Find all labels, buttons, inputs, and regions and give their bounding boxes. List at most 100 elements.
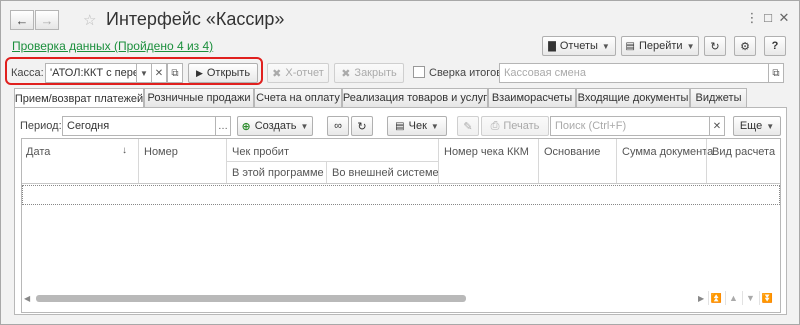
scroll-up-button[interactable]: ▲ bbox=[725, 291, 741, 305]
period-field[interactable]: Сегодня bbox=[62, 116, 216, 136]
last-page-icon: ⏬ bbox=[761, 292, 774, 303]
glasses-icon: ∞ bbox=[334, 120, 342, 132]
tab-settlements[interactable]: Взаиморасчеты bbox=[488, 88, 576, 108]
open-window-icon: ⧉ bbox=[171, 67, 179, 79]
column-divider bbox=[706, 139, 707, 183]
header-bottom bbox=[22, 183, 780, 184]
glasses-button[interactable]: ∞ bbox=[327, 116, 349, 136]
window-title: Интерфейс «Кассир» bbox=[106, 9, 285, 29]
scrollbar-thumb[interactable] bbox=[36, 295, 466, 302]
period-label: Период: bbox=[20, 120, 62, 132]
title-bar: ← → ☆ Интерфейс «Кассир» ⋮ □ ✕ bbox=[1, 1, 799, 37]
arrow-left-icon: ← bbox=[15, 12, 29, 28]
cashbox-clear-button[interactable]: ✕ bbox=[151, 63, 167, 83]
scroll-right-icon[interactable]: ▶ bbox=[698, 294, 704, 303]
refresh-button[interactable]: ↻ bbox=[704, 36, 726, 56]
documents-table[interactable]: Дата ↓ Номер Чек пробит В этой программе… bbox=[21, 138, 781, 313]
cashbox-field[interactable]: 'АТОЛ:ККТ с переда bbox=[45, 63, 137, 83]
scroll-top-button[interactable]: ⏫ bbox=[708, 291, 724, 305]
column-divider bbox=[616, 139, 617, 183]
next-page-icon: ▼ bbox=[746, 293, 755, 303]
print-button[interactable]: ⎙ Печать bbox=[481, 116, 549, 136]
receipt-icon: ▤ bbox=[395, 120, 405, 132]
column-header-in-external-system[interactable]: Во внешней системе bbox=[332, 167, 439, 179]
maximize-icon[interactable]: □ bbox=[761, 11, 775, 25]
tab-widgets[interactable]: Виджеты bbox=[690, 88, 747, 108]
plus-icon: ⊕ bbox=[241, 120, 251, 133]
back-button[interactable]: ← bbox=[10, 10, 34, 30]
search-input[interactable]: Поиск (Ctrl+F) bbox=[550, 116, 710, 136]
column-divider bbox=[326, 161, 327, 183]
forward-button[interactable]: → bbox=[35, 10, 59, 30]
create-button[interactable]: ⊕ Создать ▼ bbox=[237, 116, 313, 136]
chevron-down-icon: ▼ bbox=[300, 121, 309, 131]
column-header-calc-type[interactable]: Вид расчета bbox=[712, 146, 775, 158]
column-header-kkm-number[interactable]: Номер чека ККМ bbox=[444, 146, 529, 158]
more-vertical-icon[interactable]: ⋮ bbox=[745, 11, 759, 25]
first-page-icon: ⏫ bbox=[710, 292, 723, 303]
close-shift-button[interactable]: ✖ Закрыть bbox=[334, 63, 404, 83]
reports-button[interactable]: ▇ Отчеты ▼ bbox=[542, 36, 616, 56]
arrow-right-icon: → bbox=[40, 12, 54, 28]
chevron-down-icon: ▼ bbox=[430, 121, 439, 131]
refresh-icon: ↻ bbox=[710, 40, 720, 53]
tab-sales-goods[interactable]: Реализация товаров и услуг bbox=[342, 88, 488, 108]
tab-retail-sales[interactable]: Розничные продажи bbox=[144, 88, 254, 108]
column-divider bbox=[138, 139, 139, 183]
sort-down-icon[interactable]: ↓ bbox=[122, 145, 127, 156]
check-button[interactable]: ▤ Чек ▼ bbox=[387, 116, 447, 136]
scroll-down-button[interactable]: ▼ bbox=[742, 291, 758, 305]
refresh-icon: ↻ bbox=[357, 120, 367, 133]
scroll-left-icon[interactable]: ◀ bbox=[24, 294, 30, 303]
chevron-down-icon: ▼ bbox=[601, 41, 610, 51]
x-report-icon: ✖ bbox=[272, 67, 282, 80]
x-report-button[interactable]: ✖ Х-отчет bbox=[267, 63, 329, 83]
tab-incoming-docs[interactable]: Входящие документы bbox=[576, 88, 690, 108]
column-divider bbox=[538, 139, 539, 183]
cashbox-label: Касса: bbox=[11, 67, 44, 79]
star-icon[interactable]: ☆ bbox=[83, 11, 96, 29]
cash-shift-field[interactable]: Кассовая смена bbox=[499, 63, 769, 83]
column-divider bbox=[438, 139, 439, 183]
column-header-date[interactable]: Дата bbox=[26, 146, 50, 158]
table-row[interactable] bbox=[22, 185, 780, 205]
tab-panel: Период: Сегодня … ⊕ Создать ▼ ∞ ↻ ▤ Чек … bbox=[14, 107, 787, 315]
tab-payments[interactable]: Прием/возврат платежей bbox=[14, 88, 144, 109]
gear-icon: ⚙ bbox=[740, 40, 750, 53]
cashbox-dropdown-button[interactable]: ▼ bbox=[136, 63, 152, 83]
signature-icon: ✎ bbox=[463, 120, 473, 133]
printer-icon: ⎙ bbox=[490, 119, 500, 132]
column-header-number[interactable]: Номер bbox=[144, 146, 178, 158]
data-check-link[interactable]: Проверка данных (Пройдено 4 из 4) bbox=[12, 39, 213, 53]
close-shift-icon: ✖ bbox=[341, 67, 351, 80]
horizontal-scrollbar[interactable] bbox=[36, 295, 694, 303]
close-icon[interactable]: ✕ bbox=[777, 11, 791, 25]
cashbox-open-button[interactable]: ⧉ bbox=[167, 63, 183, 83]
chevron-down-icon: ▼ bbox=[766, 121, 775, 131]
settings-button[interactable]: ⚙ bbox=[734, 36, 756, 56]
tab-invoices[interactable]: Счета на оплату bbox=[254, 88, 342, 108]
column-header-in-this-program[interactable]: В этой программе bbox=[232, 167, 324, 179]
window-icon: ▤ bbox=[625, 40, 635, 52]
column-header-check-printed[interactable]: Чек пробит bbox=[232, 146, 289, 158]
grid-refresh-button[interactable]: ↻ bbox=[351, 116, 373, 136]
column-header-doc-sum[interactable]: Сумма документа bbox=[622, 146, 713, 158]
column-header-basis[interactable]: Основание bbox=[544, 146, 600, 158]
search-clear-button[interactable]: ✕ bbox=[709, 116, 725, 136]
sign-button[interactable]: ✎ bbox=[457, 116, 479, 136]
chart-icon: ▇ bbox=[548, 40, 556, 52]
goto-button[interactable]: ▤ Перейти ▼ bbox=[621, 36, 699, 56]
cash-shift-open-button[interactable]: ⧉ bbox=[768, 63, 784, 83]
open-window-icon: ⧉ bbox=[772, 67, 780, 79]
play-icon: ▶ bbox=[195, 67, 203, 78]
close-icon: ✕ bbox=[154, 67, 164, 79]
totals-check-label: Сверка итогов bbox=[429, 67, 503, 79]
header-divider bbox=[226, 161, 438, 162]
chevron-down-icon: ▼ bbox=[140, 68, 148, 78]
totals-check-checkbox[interactable] bbox=[413, 66, 425, 78]
period-select-button[interactable]: … bbox=[215, 116, 231, 136]
help-button[interactable]: ? bbox=[764, 36, 786, 56]
open-shift-button[interactable]: ▶ Открыть bbox=[188, 63, 258, 83]
more-button[interactable]: Еще ▼ bbox=[733, 116, 781, 136]
scroll-bottom-button[interactable]: ⏬ bbox=[759, 291, 775, 305]
